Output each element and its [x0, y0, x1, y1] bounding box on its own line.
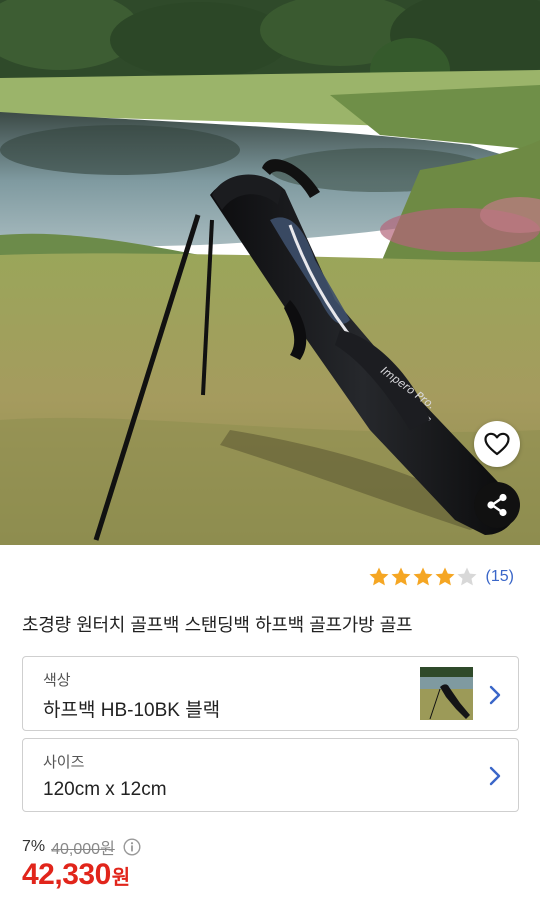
star-filled-icon — [413, 567, 433, 586]
info-icon[interactable] — [123, 838, 141, 856]
chevron-right-icon — [489, 685, 501, 705]
wishlist-button[interactable] — [474, 421, 520, 467]
color-option-thumbnail — [420, 667, 473, 720]
golf-bag-photo: Impero Pro. — [0, 0, 540, 545]
sale-price: 42,330 — [22, 858, 111, 891]
star-filled-icon — [369, 567, 389, 586]
color-option-selector[interactable]: 색상 하프백 HB-10BK 블랙 — [22, 656, 519, 731]
rating[interactable]: (15) — [368, 566, 514, 588]
price-discount-row: 7% 40,000원 — [22, 835, 141, 859]
share-button[interactable] — [474, 482, 520, 528]
product-image[interactable]: Impero Pro. — [0, 0, 540, 545]
color-option-label: 색상 — [43, 671, 71, 689]
star-filled-icon — [435, 567, 455, 586]
share-icon — [487, 493, 507, 517]
size-option-selector[interactable]: 사이즈 120cm x 12cm — [22, 738, 519, 812]
chevron-right-icon — [489, 766, 501, 786]
discount-rate: 7% — [22, 838, 46, 855]
size-option-label: 사이즈 — [43, 753, 85, 771]
size-option-value: 120cm x 12cm — [43, 779, 167, 800]
heart-outline-icon — [484, 432, 510, 456]
product-title: 초경량 원터치 골프백 스탠딩백 하프백 골프가방 골프 — [22, 615, 413, 636]
sale-price-row: 42,330 원 — [22, 858, 130, 892]
rating-stars — [368, 566, 478, 588]
sale-price-currency: 원 — [111, 867, 131, 889]
original-price: 40,000원 — [51, 841, 115, 858]
color-option-value: 하프백 HB-10BK 블랙 — [43, 700, 221, 721]
rating-count[interactable]: (15) — [486, 568, 514, 586]
star-filled-icon — [391, 567, 411, 586]
star-empty-icon — [457, 567, 477, 586]
golf-bag-thumbnail — [420, 667, 473, 720]
